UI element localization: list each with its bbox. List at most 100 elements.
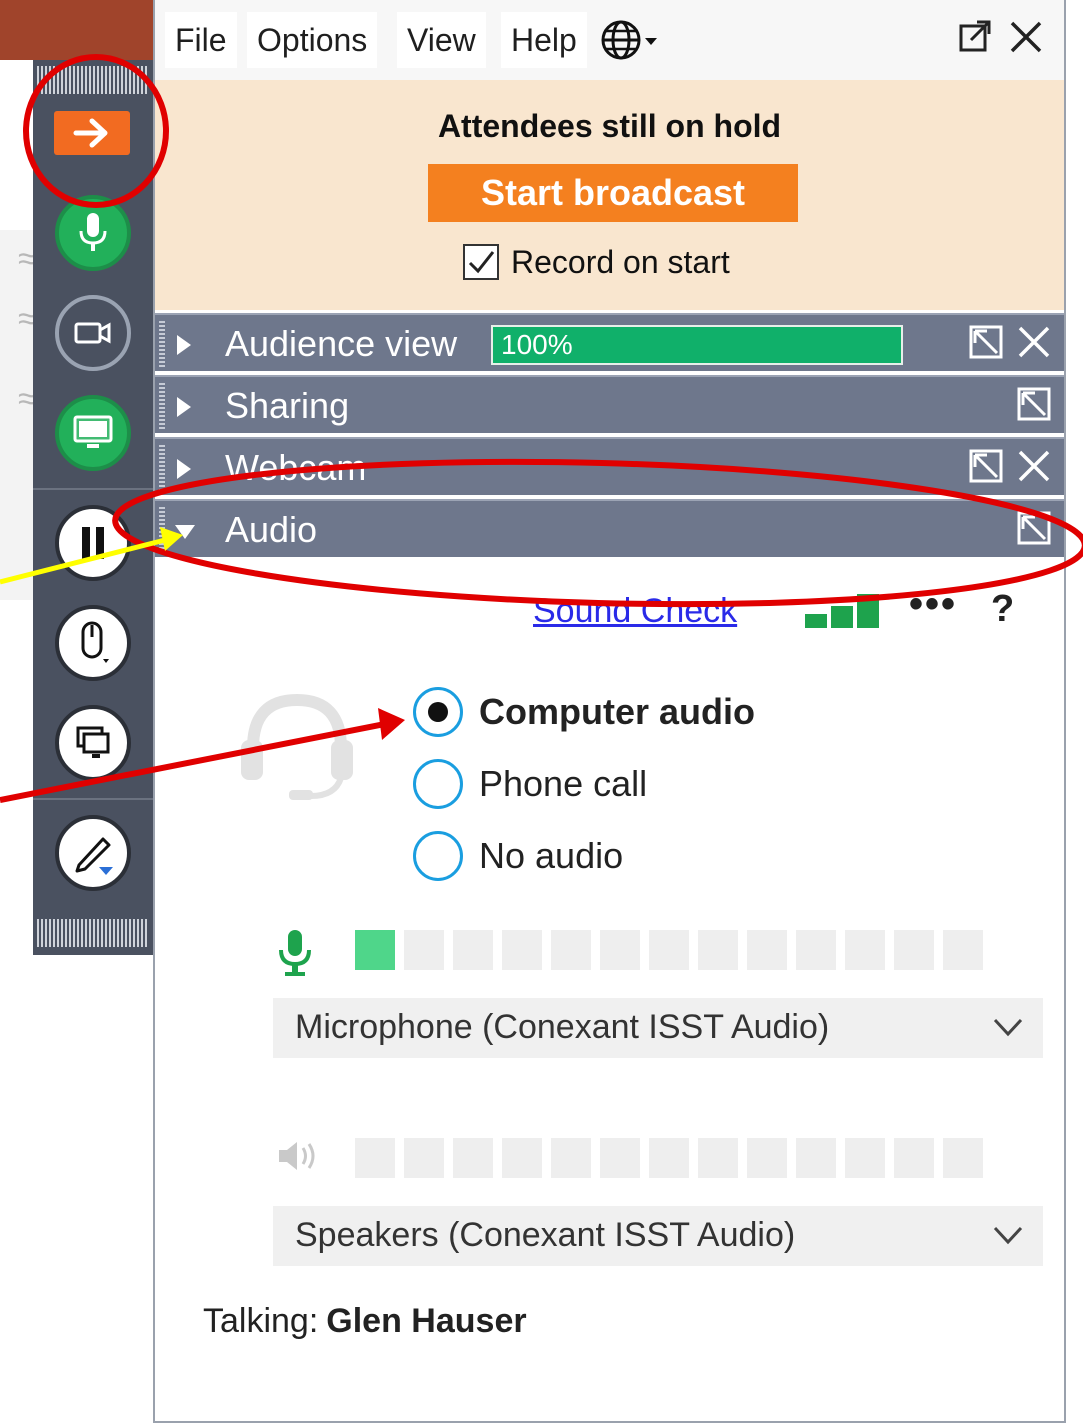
chevron-down-icon [993,1018,1023,1037]
popout-button[interactable] [957,18,993,63]
background-header [0,0,160,60]
meter-segment [796,1138,836,1178]
microphone-select[interactable]: Microphone (Conexant ISST Audio) [273,998,1043,1058]
expand-icon[interactable] [177,335,191,355]
close-icon [1018,450,1050,482]
audio-help-button[interactable]: ? [991,588,1014,631]
language-button[interactable] [593,12,673,68]
menu-bar: File Options View Help [155,0,1064,80]
section-audience-view[interactable]: Audience view 100% [155,313,1064,371]
option-phone-call[interactable]: Phone call [413,758,647,810]
record-on-start-checkbox[interactable] [463,244,499,280]
meter-segment [355,1138,395,1178]
mouse-icon [81,621,109,663]
section-audio[interactable]: Audio [155,499,1064,557]
meter-segment [600,930,640,970]
section-label: Webcam [225,447,367,488]
meter-segment [404,1138,444,1178]
audience-view-percent: 100% [501,329,573,360]
pause-button[interactable] [55,505,131,581]
menu-options[interactable]: Options [247,12,378,68]
meter-segment [453,1138,493,1178]
close-icon [1010,21,1042,53]
undock-icon [1017,511,1051,545]
section-label: Audio [225,509,318,550]
undock-button[interactable] [1015,509,1053,556]
speaker-select[interactable]: Speakers (Conexant ISST Audio) [273,1206,1043,1266]
meter-segment [796,930,836,970]
option-no-audio[interactable]: No audio [413,830,623,882]
on-hold-banner: Attendees still on hold Start broadcast … [155,80,1064,310]
control-toolbar [33,60,153,955]
option-computer-audio[interactable]: Computer audio [413,686,755,738]
toolbar-grip-top[interactable] [37,66,149,94]
webcam-button[interactable] [55,295,131,371]
headset-icon [241,693,353,800]
menu-view[interactable]: View [397,12,486,68]
section-label: Sharing [225,385,350,426]
microphone-icon [279,930,311,976]
expand-icon[interactable] [177,459,191,479]
phone-call-radio[interactable] [413,759,463,809]
menu-file[interactable]: File [165,12,237,68]
undock-icon [1017,387,1051,421]
microphone-button[interactable] [55,195,131,271]
no-audio-label: No audio [479,835,624,876]
meter-segment [551,1138,591,1178]
section-sharing[interactable]: Sharing [155,375,1064,433]
toolbar-divider [33,488,153,490]
record-on-start-option[interactable]: Record on start [463,242,730,282]
speaker-select-value: Speakers (Conexant ISST Audio) [295,1216,796,1254]
globe-icon [601,20,657,60]
meter-segment [551,930,591,970]
undock-button[interactable] [967,447,1005,494]
talking-label: Talking: [203,1302,319,1340]
meter-segment [698,930,738,970]
computer-audio-label: Computer audio [479,691,755,732]
expand-icon[interactable] [177,397,191,417]
meter-segment [453,930,493,970]
toolbar-grip-bottom[interactable] [37,919,149,947]
section-grip[interactable] [159,383,165,429]
control-panel: File Options View Help Attendees still o… [153,0,1066,1423]
undock-icon [969,449,1003,483]
mouse-control-button[interactable] [55,605,131,681]
meter-segment [698,1138,738,1178]
sound-check-link[interactable]: Sound Check [533,592,737,631]
meter-segment [502,930,542,970]
computer-audio-radio[interactable] [413,687,463,737]
collapse-panel-button[interactable] [54,111,130,155]
on-hold-title: Attendees still on hold [437,108,782,144]
chevron-down-icon [993,1226,1023,1245]
no-audio-radio[interactable] [413,831,463,881]
section-label: Audience view [225,323,458,364]
meter-segment [943,1138,983,1178]
menu-help[interactable]: Help [501,12,587,68]
close-icon [1018,326,1050,358]
microphone-level-meter [355,930,992,970]
section-webcam[interactable]: Webcam [155,437,1064,495]
annotate-button[interactable] [55,815,131,891]
screens-button[interactable] [55,705,131,781]
section-grip[interactable] [159,507,165,553]
toolbar-divider [33,798,153,800]
more-options-button[interactable]: ••• [909,582,957,627]
close-button[interactable] [1007,18,1045,65]
section-close-button[interactable] [1015,323,1053,370]
meter-segment [649,930,689,970]
record-on-start-label: Record on start [511,243,730,280]
popout-icon [959,20,991,52]
section-grip[interactable] [159,321,165,367]
phone-call-label: Phone call [479,763,648,804]
screen-share-button[interactable] [55,395,131,471]
meter-segment [845,930,885,970]
undock-button[interactable] [967,323,1005,370]
speaker-icon [279,1142,315,1170]
meter-segment [404,930,444,970]
start-broadcast-button[interactable]: Start broadcast [428,164,798,222]
section-grip[interactable] [159,445,165,491]
collapse-icon[interactable] [175,525,195,539]
meter-segment [747,1138,787,1178]
undock-button[interactable] [1015,385,1053,432]
section-close-button[interactable] [1015,447,1053,494]
